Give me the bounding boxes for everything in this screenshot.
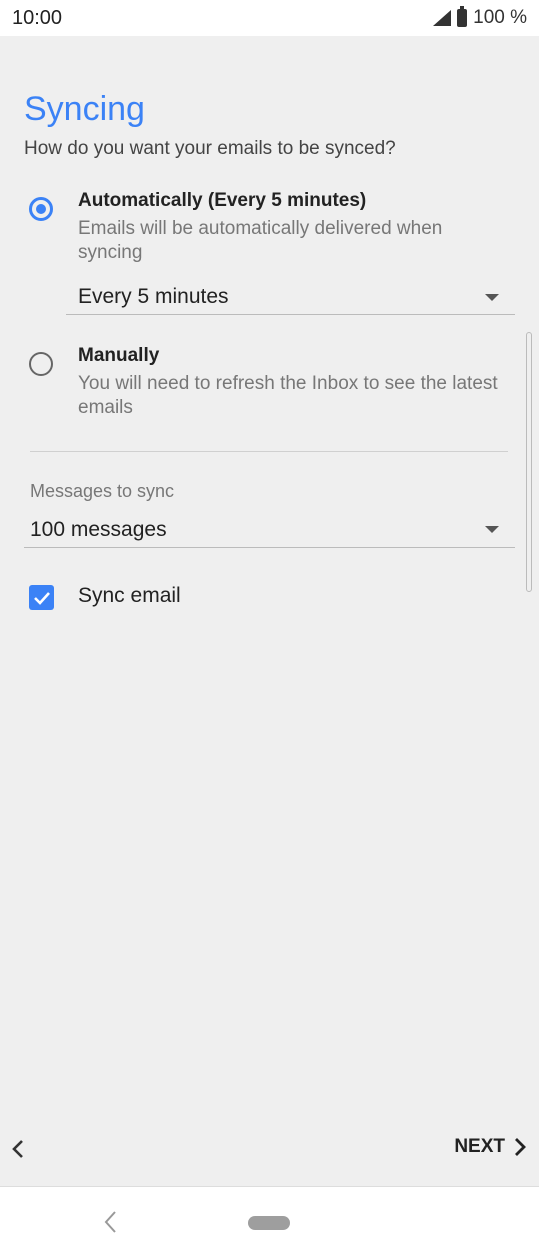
- chevron-right-icon: [515, 1138, 526, 1156]
- chevron-left-icon: [12, 1140, 23, 1158]
- sync-email-checkbox[interactable]: [29, 585, 54, 610]
- messages-to-sync-label: Messages to sync: [30, 481, 175, 501]
- radio-automatically[interactable]: [29, 197, 53, 221]
- option-manually-title[interactable]: Manually: [78, 345, 159, 367]
- divider: [30, 451, 508, 452]
- signal-icon: [433, 10, 452, 26]
- status-time: 10:00: [12, 6, 63, 29]
- page-subtitle: How do you want your emails to be synced…: [24, 138, 396, 159]
- option-automatically-description: Emails will be automatically delivered w…: [78, 218, 443, 263]
- scrollbar[interactable]: [526, 332, 532, 592]
- radio-manually[interactable]: [29, 352, 53, 376]
- next-label: NEXT: [454, 1136, 505, 1157]
- messages-to-sync-value: 100 messages: [30, 517, 167, 541]
- dropdown-caret-icon: [485, 293, 499, 301]
- option-manually-description: You will need to refresh the Inbox to se…: [78, 373, 498, 418]
- system-home-button[interactable]: [248, 1216, 290, 1230]
- next-button[interactable]: NEXT: [454, 1136, 527, 1158]
- option-automatically-title[interactable]: Automatically (Every 5 minutes): [78, 190, 366, 212]
- system-navigation-bar: [0, 1186, 539, 1259]
- battery-level: 100 %: [473, 7, 527, 28]
- sync-frequency-value: Every 5 minutes: [78, 285, 229, 308]
- dropdown-caret-icon: [485, 526, 499, 533]
- messages-to-sync-dropdown[interactable]: 100 messages: [24, 512, 515, 548]
- chevron-left-icon: [104, 1211, 116, 1233]
- status-bar: 10:00 100 %: [0, 0, 539, 36]
- back-button[interactable]: [10, 1137, 26, 1166]
- page-title: Syncing: [24, 90, 145, 128]
- sync-frequency-dropdown[interactable]: Every 5 minutes: [66, 280, 515, 315]
- sync-email-label[interactable]: Sync email: [78, 584, 181, 608]
- status-indicators: 100 %: [433, 6, 527, 29]
- battery-icon: [457, 6, 468, 27]
- system-back-button[interactable]: [103, 1209, 119, 1240]
- checkmark-icon: [33, 591, 50, 605]
